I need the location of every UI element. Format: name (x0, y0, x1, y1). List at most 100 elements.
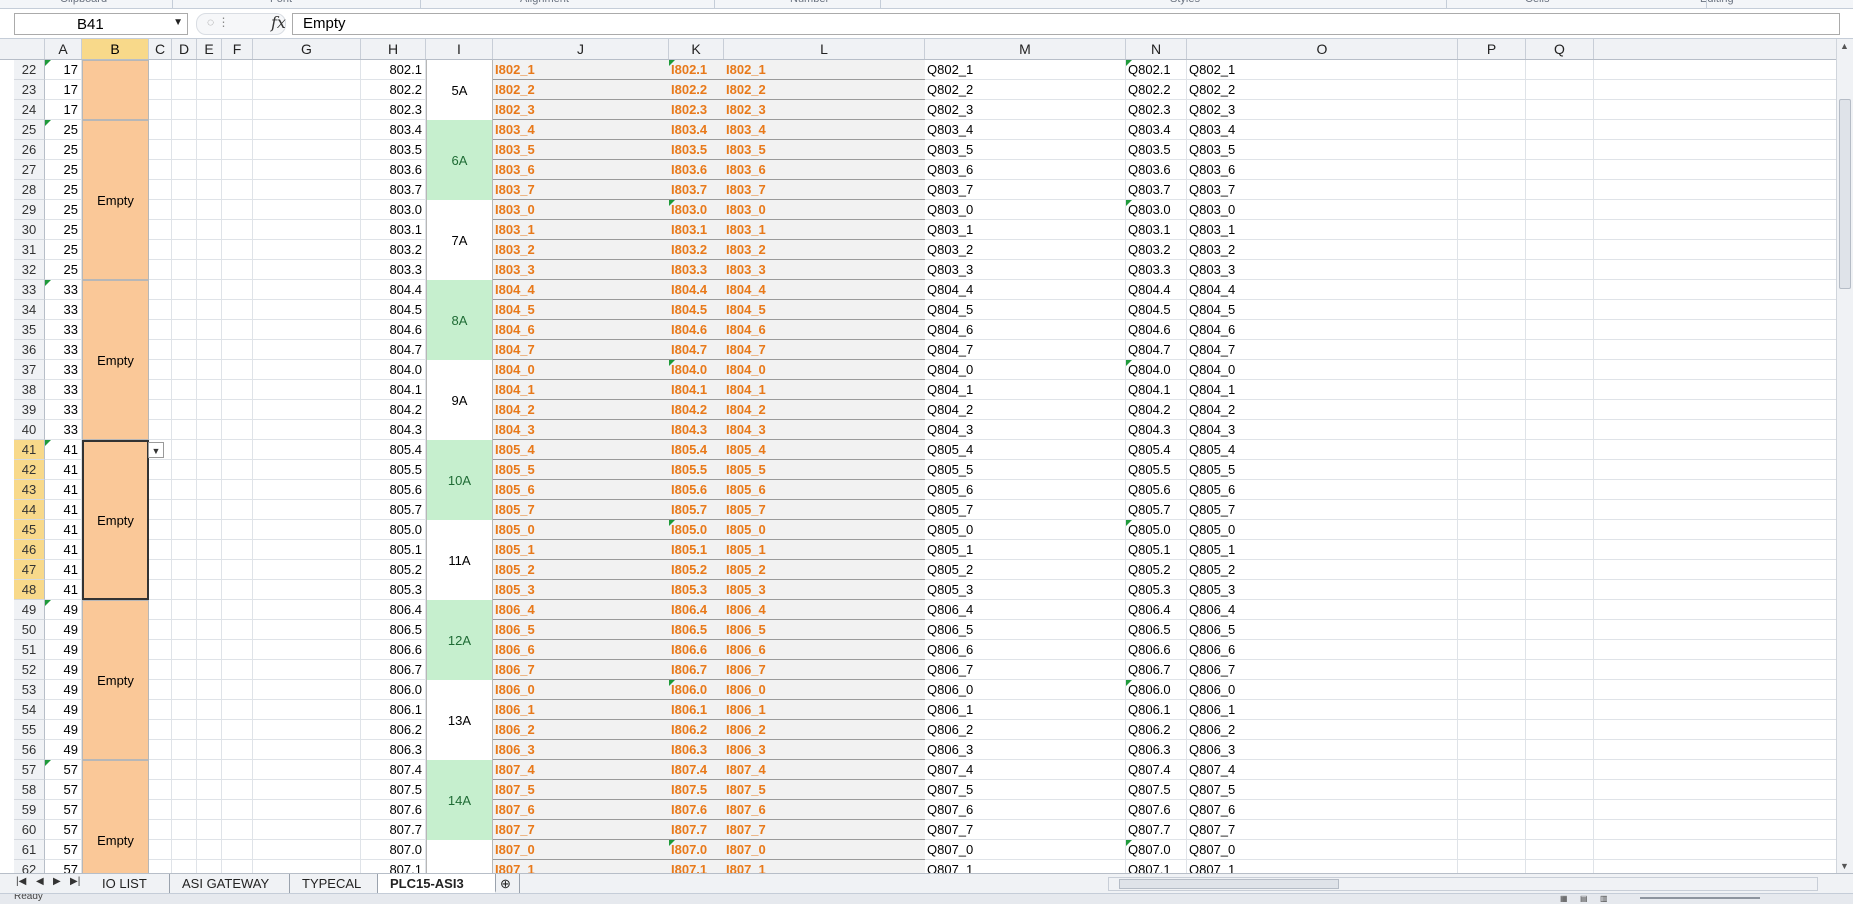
cell-o[interactable]: Q803_0 (1187, 200, 1458, 220)
cell-j[interactable]: I806_6 (493, 640, 669, 660)
cell-l[interactable]: I805_1 (724, 540, 925, 560)
column-header-h[interactable]: H (361, 39, 426, 59)
cell-h[interactable]: 806.5 (361, 620, 426, 640)
cell-m[interactable]: Q803_4 (925, 120, 1126, 140)
cell-k[interactable]: I806.1 (669, 700, 724, 720)
row-header[interactable]: 50 (14, 620, 45, 640)
column-header-l[interactable]: L (724, 39, 925, 59)
horizontal-scroll-thumb[interactable] (1119, 879, 1339, 889)
row-header[interactable]: 58 (14, 780, 45, 800)
cell-j[interactable]: I806_0 (493, 680, 669, 700)
cell-k[interactable]: I805.7 (669, 500, 724, 520)
cell-m[interactable]: Q805_4 (925, 440, 1126, 460)
cell-a[interactable]: 33 (45, 400, 82, 420)
cell-h[interactable]: 806.4 (361, 600, 426, 620)
cell-n[interactable]: Q806.0 (1126, 680, 1187, 700)
cell-h[interactable]: 802.1 (361, 60, 426, 80)
cell-k[interactable]: I802.3 (669, 100, 724, 120)
cell-n[interactable]: Q807.0 (1126, 840, 1187, 860)
column-header-n[interactable]: N (1126, 39, 1187, 59)
row-header[interactable]: 23 (14, 80, 45, 100)
cell-o[interactable]: Q804_4 (1187, 280, 1458, 300)
cell-o[interactable]: Q803_5 (1187, 140, 1458, 160)
row-header[interactable]: 44 (14, 500, 45, 520)
row-header[interactable]: 61 (14, 840, 45, 860)
cell-h[interactable]: 803.7 (361, 180, 426, 200)
cell-j[interactable]: I803_1 (493, 220, 669, 240)
insert-worksheet-icon[interactable]: ⊕ (496, 874, 520, 893)
cell-k[interactable]: I804.3 (669, 420, 724, 440)
cell-k[interactable]: I803.7 (669, 180, 724, 200)
row-header[interactable]: 42 (14, 460, 45, 480)
cell-h[interactable]: 803.5 (361, 140, 426, 160)
merged-cell-i[interactable]: 7A (426, 200, 493, 280)
cell-l[interactable]: I806_7 (724, 660, 925, 680)
cell-h[interactable]: 804.3 (361, 420, 426, 440)
cell-j[interactable]: I806_7 (493, 660, 669, 680)
cell-j[interactable]: I803_3 (493, 260, 669, 280)
cell-n[interactable]: Q805.2 (1126, 560, 1187, 580)
cell-m[interactable]: Q806_3 (925, 740, 1126, 760)
cell-o[interactable]: Q806_2 (1187, 720, 1458, 740)
cell-a[interactable]: 49 (45, 620, 82, 640)
cell-h[interactable]: 807.4 (361, 760, 426, 780)
cell-k[interactable]: I807.7 (669, 820, 724, 840)
cell-n[interactable]: Q806.1 (1126, 700, 1187, 720)
column-header-f[interactable]: F (222, 39, 253, 59)
cell-m[interactable]: Q806_2 (925, 720, 1126, 740)
cell-m[interactable]: Q807_1 (925, 860, 1126, 873)
cell-h[interactable]: 805.1 (361, 540, 426, 560)
cell-a[interactable]: 17 (45, 100, 82, 120)
cell-a[interactable]: 33 (45, 420, 82, 440)
cell-o[interactable]: Q806_6 (1187, 640, 1458, 660)
cell-k[interactable]: I803.0 (669, 200, 724, 220)
cell-n[interactable]: Q803.0 (1126, 200, 1187, 220)
row-header[interactable]: 28 (14, 180, 45, 200)
cell-k[interactable]: I806.6 (669, 640, 724, 660)
cell-n[interactable]: Q804.4 (1126, 280, 1187, 300)
column-header-p[interactable]: P (1458, 39, 1526, 59)
column-header-a[interactable]: A (45, 39, 82, 59)
cell-j[interactable]: I806_2 (493, 720, 669, 740)
cell-o[interactable]: Q807_1 (1187, 860, 1458, 873)
cell-o[interactable]: Q802_2 (1187, 80, 1458, 100)
row-header[interactable]: 57 (14, 760, 45, 780)
cell-a[interactable]: 57 (45, 820, 82, 840)
row-header[interactable]: 49 (14, 600, 45, 620)
cell-n[interactable]: Q807.4 (1126, 760, 1187, 780)
cell-j[interactable]: I803_4 (493, 120, 669, 140)
cell-j[interactable]: I803_7 (493, 180, 669, 200)
cell-j[interactable]: I806_4 (493, 600, 669, 620)
cell-a[interactable]: 49 (45, 680, 82, 700)
cell-a[interactable]: 49 (45, 640, 82, 660)
merged-cell-b[interactable]: Empty (82, 600, 149, 760)
cell-l[interactable]: I803_6 (724, 160, 925, 180)
merged-cell-b[interactable]: Empty (82, 280, 149, 440)
cell-n[interactable]: Q806.6 (1126, 640, 1187, 660)
name-box-dropdown-icon[interactable]: ▼ (173, 17, 183, 28)
cell-o[interactable]: Q805_7 (1187, 500, 1458, 520)
cell-k[interactable]: I804.2 (669, 400, 724, 420)
cell-l[interactable]: I805_6 (724, 480, 925, 500)
cell-l[interactable]: I802_1 (724, 60, 925, 80)
cell-n[interactable]: Q802.3 (1126, 100, 1187, 120)
cell-o[interactable]: Q806_5 (1187, 620, 1458, 640)
cell-k[interactable]: I805.2 (669, 560, 724, 580)
cell-k[interactable]: I804.4 (669, 280, 724, 300)
cell-o[interactable]: Q806_1 (1187, 700, 1458, 720)
row-header[interactable]: 53 (14, 680, 45, 700)
cell-m[interactable]: Q805_6 (925, 480, 1126, 500)
row-header[interactable]: 39 (14, 400, 45, 420)
last-sheet-icon[interactable]: ▶| (70, 876, 80, 887)
cell-m[interactable]: Q807_7 (925, 820, 1126, 840)
cell-m[interactable]: Q807_0 (925, 840, 1126, 860)
cell-k[interactable]: I803.6 (669, 160, 724, 180)
next-sheet-icon[interactable]: ▶ (53, 876, 61, 887)
prev-sheet-icon[interactable]: ◀ (36, 876, 44, 887)
cell-n[interactable]: Q805.4 (1126, 440, 1187, 460)
row-header[interactable]: 30 (14, 220, 45, 240)
formula-input[interactable]: Empty (292, 13, 1840, 35)
cell-j[interactable]: I806_5 (493, 620, 669, 640)
cell-o[interactable]: Q802_1 (1187, 60, 1458, 80)
cell-a[interactable]: 25 (45, 220, 82, 240)
